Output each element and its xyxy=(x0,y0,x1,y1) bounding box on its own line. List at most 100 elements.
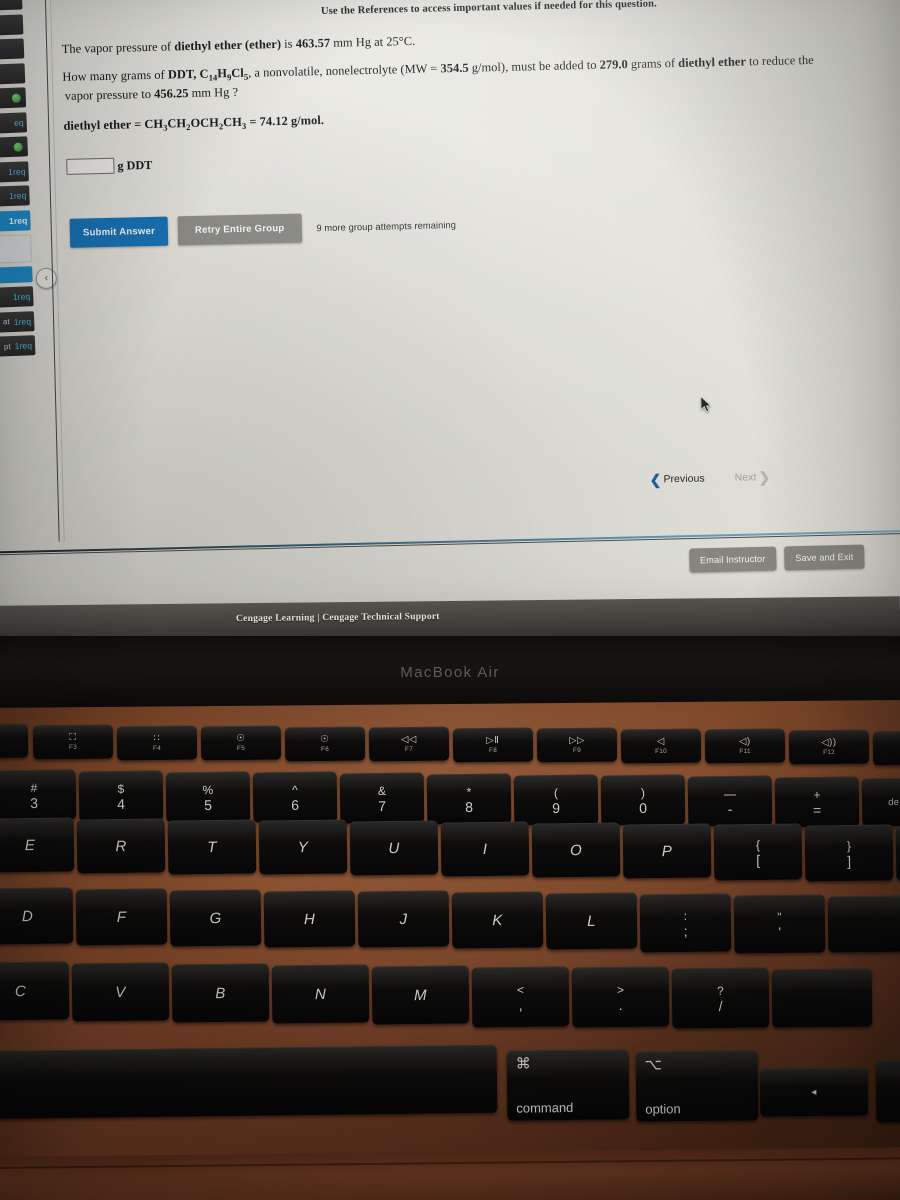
question-sidebar[interactable]: eq 1req 1req 1req 1req at 1req pt 1req xyxy=(0,0,41,511)
key-i[interactable]: I xyxy=(440,821,530,877)
key-l[interactable]: L xyxy=(545,892,638,950)
key-option[interactable]: ⌥ option xyxy=(635,1050,759,1122)
key-punct-bottom-1[interactable]: >. xyxy=(571,966,670,1028)
key-f[interactable]: F xyxy=(75,888,168,946)
key-m[interactable]: M xyxy=(371,965,470,1025)
sidebar-item-4[interactable] xyxy=(0,87,27,110)
sidebar-item-7[interactable]: 1req xyxy=(0,160,29,183)
key-num-0[interactable]: ) 0 xyxy=(600,774,686,826)
sidebar-item-0[interactable] xyxy=(0,0,23,12)
key-f11[interactable]: ◁) F11 xyxy=(704,728,786,764)
key-f4[interactable]: ∷ F4 xyxy=(116,725,198,761)
key-command-label: command xyxy=(516,1099,574,1116)
key-f13-partial[interactable] xyxy=(872,730,900,766)
key-backslash-partial[interactable] xyxy=(895,825,900,881)
key-f3[interactable]: ⛶ F3 xyxy=(32,724,114,760)
footer-cengage-learning-link[interactable]: Cengage Learning xyxy=(236,612,315,624)
key-num-4[interactable]: $4 xyxy=(78,770,164,822)
sidebar-subpanel[interactable] xyxy=(0,234,32,265)
key-num-6[interactable]: ^ 6 xyxy=(252,771,338,823)
key-fn-name: F11 xyxy=(739,748,751,756)
key-num-3[interactable]: #3 xyxy=(0,769,77,821)
key-b[interactable]: B xyxy=(171,963,270,1023)
sidebar-item-12[interactable]: pt 1req xyxy=(0,335,36,358)
key-j[interactable]: J xyxy=(357,890,450,948)
key-f10[interactable]: ◁ F10 xyxy=(620,728,702,764)
chevron-left-icon: ❮ xyxy=(649,471,662,488)
key-num-=[interactable]: + = xyxy=(774,776,860,828)
key-punct-bottom-2[interactable]: ? / xyxy=(671,967,770,1029)
key-delete-label: delete xyxy=(888,795,900,808)
sidebar-item-5[interactable]: eq xyxy=(0,111,28,134)
key-label-i: I xyxy=(482,840,488,858)
q2-d: grams of xyxy=(627,55,679,72)
sidebar-item-11[interactable]: at 1req xyxy=(0,310,35,333)
answer-input[interactable] xyxy=(66,157,115,175)
footer-tech-support-link[interactable]: Cengage Technical Support xyxy=(322,611,440,623)
key-k[interactable]: K xyxy=(451,891,544,949)
key-num-7[interactable]: & 7 xyxy=(339,772,425,824)
key-label-f: F xyxy=(116,908,127,926)
key-base-legend: = xyxy=(812,801,822,818)
next-button[interactable]: Next ❯ xyxy=(735,469,771,485)
keyboard[interactable]: ⛶ F3 ∷ F4 ☉ F5 ☉ F6 ◁◁ F7 ▷Ⅱ F8 ▷▷ F9 ◁ F10 ◁) F11 ◁)) F12 #… xyxy=(0,636,900,1136)
fast-forward-icon: ▷▷ xyxy=(568,734,585,746)
key-punct-home-0[interactable]: :; xyxy=(639,893,732,953)
key-f9[interactable]: ▷▷ F9 xyxy=(536,727,618,763)
key-u[interactable]: U xyxy=(349,820,439,876)
key-num--[interactable]: — - xyxy=(687,775,773,827)
key-arrow-group-partial[interactable] xyxy=(875,1059,900,1123)
key-arrow-left[interactable]: ◂ xyxy=(759,1067,869,1117)
footer-separator: | xyxy=(317,612,320,624)
sidebar-item-prefix: pt xyxy=(3,341,11,351)
key-f7[interactable]: ◁◁ F7 xyxy=(368,726,450,762)
q4-s3: 2 xyxy=(218,120,224,132)
key-n[interactable]: N xyxy=(271,964,370,1024)
sidebar-item-9[interactable]: 1req xyxy=(0,209,31,232)
key-bracket-open[interactable]: {[ xyxy=(713,823,803,881)
key-r[interactable]: R xyxy=(76,818,166,874)
key-bracket-close[interactable]: }] xyxy=(804,824,894,882)
sidebar-item-8[interactable]: 1req xyxy=(0,185,30,208)
key-f2-partial[interactable] xyxy=(0,723,29,759)
sidebar-item-6[interactable] xyxy=(0,136,29,159)
key-f5[interactable]: ☉ F5 xyxy=(200,725,282,761)
key-o[interactable]: O xyxy=(531,822,621,878)
sidebar-item-2[interactable] xyxy=(0,38,25,61)
key-y[interactable]: Y xyxy=(258,819,348,875)
key-f12[interactable]: ◁)) F12 xyxy=(788,729,870,765)
key-shift-legend: * xyxy=(466,784,472,799)
key-g[interactable]: G xyxy=(169,889,262,947)
key-e[interactable]: E xyxy=(0,817,75,873)
key-v[interactable]: V xyxy=(71,962,170,1022)
key-num-5[interactable]: % 5 xyxy=(165,770,251,823)
key-f8[interactable]: ▷Ⅱ F8 xyxy=(452,727,534,763)
key-f6[interactable]: ☉ F6 xyxy=(284,726,366,762)
key-delete[interactable]: delete xyxy=(861,777,900,826)
key-d[interactable]: D xyxy=(0,887,74,945)
key-c[interactable]: C xyxy=(0,961,70,1021)
q2-sub-5: 5 xyxy=(243,71,249,82)
key-return-partial[interactable] xyxy=(827,895,900,953)
submit-answer-button[interactable]: Submit Answer xyxy=(69,216,169,248)
sidebar-item-1[interactable] xyxy=(0,13,24,36)
key-punct-home-1[interactable]: " ' xyxy=(733,894,826,954)
key-t[interactable]: T xyxy=(167,819,257,875)
key-command[interactable]: ⌘ command xyxy=(506,1049,630,1121)
sidebar-subpanel-active[interactable] xyxy=(0,266,33,285)
key-p[interactable]: P xyxy=(622,823,712,879)
q4-f3: OCH xyxy=(190,115,220,131)
key-num-8[interactable]: * 8 xyxy=(426,773,512,825)
email-instructor-button[interactable]: Email Instructor xyxy=(688,546,777,573)
retry-entire-group-button[interactable]: Retry Entire Group xyxy=(177,213,302,246)
save-and-exit-button[interactable]: Save and Exit xyxy=(784,544,865,571)
key-punct-bottom-0[interactable]: <, xyxy=(471,965,570,1028)
sidebar-item-10[interactable]: 1req xyxy=(0,286,34,309)
sidebar-item-3[interactable] xyxy=(0,62,26,85)
key-h[interactable]: H xyxy=(263,889,356,948)
key-right-shift-partial[interactable] xyxy=(771,968,873,1028)
previous-button[interactable]: ❮ Previous xyxy=(649,471,705,488)
key-label-b: B xyxy=(215,984,226,1002)
key-num-9[interactable]: (9 xyxy=(513,773,599,826)
key-space[interactable] xyxy=(0,1044,498,1120)
